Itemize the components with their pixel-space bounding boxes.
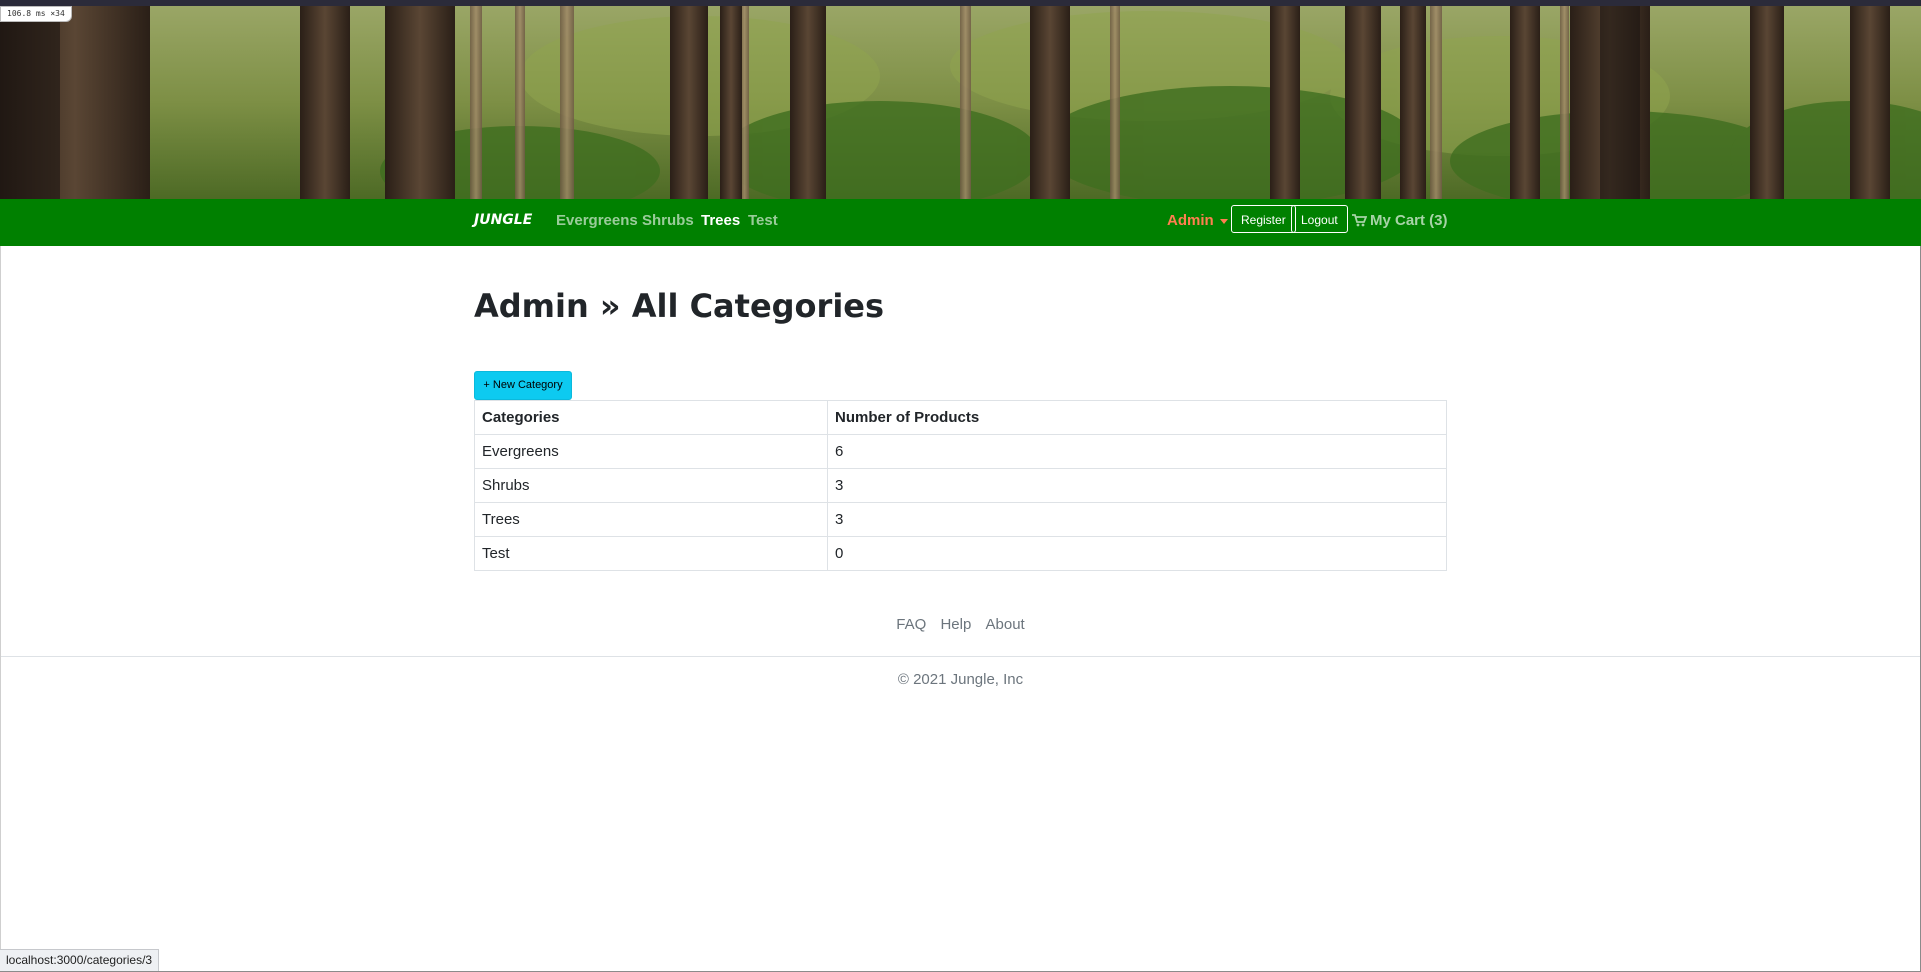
register-button[interactable]: Register — [1231, 205, 1296, 233]
shopping-cart-icon — [1352, 214, 1367, 227]
table-row: Test 0 — [474, 536, 1447, 571]
admin-label: Admin — [1167, 212, 1214, 229]
product-count: 6 — [827, 434, 1447, 469]
top-navbar: JUNGLE Evergreens Shrubs Trees Test Admi… — [0, 199, 1921, 246]
caret-down-icon — [1219, 218, 1228, 224]
new-category-button[interactable]: + New Category — [474, 371, 572, 400]
window-left-border — [0, 246, 1, 972]
footer-link-faq[interactable]: FAQ — [896, 616, 926, 633]
nav-link-evergreens[interactable]: Evergreens — [556, 212, 638, 229]
cart-label: My Cart (3) — [1370, 212, 1448, 229]
browser-status-bar: localhost:3000/categories/3 — [0, 949, 160, 971]
perf-indicator: 106.8 ms ×34 — [0, 6, 72, 22]
nav-link-shrubs[interactable]: Shrubs — [642, 212, 694, 229]
column-header-number-of-products: Number of Products — [827, 400, 1447, 435]
category-name: Trees — [474, 502, 828, 537]
admin-dropdown[interactable]: Admin — [1167, 212, 1228, 229]
my-cart-link[interactable]: My Cart (3) — [1352, 212, 1448, 229]
product-count: 3 — [827, 468, 1447, 503]
table-row: Evergreens 6 — [474, 434, 1447, 469]
navbar-container: JUNGLE Evergreens Shrubs Trees Test Admi… — [474, 199, 1448, 246]
nav-link-test[interactable]: Test — [748, 212, 778, 229]
copyright-text: © 2021 Jungle, Inc — [897, 671, 1024, 688]
footer-divider — [0, 656, 1921, 657]
footer-links: FAQ Help About — [0, 616, 1921, 633]
footer-link-help[interactable]: Help — [940, 616, 971, 633]
page-title: Admin » All Categories — [474, 287, 885, 325]
table-row: Shrubs 3 — [474, 468, 1447, 503]
footer-link-about[interactable]: About — [986, 616, 1025, 633]
category-name: Evergreens — [474, 434, 828, 469]
category-name: Shrubs — [474, 468, 828, 503]
table-header-row: Categories Number of Products — [474, 400, 1447, 435]
forest-header-image — [0, 6, 1921, 199]
forest-illustration — [0, 6, 1921, 199]
category-name: Test — [474, 536, 828, 571]
table-row: Trees 3 — [474, 502, 1447, 537]
product-count: 0 — [827, 536, 1447, 571]
brand-logo[interactable]: JUNGLE — [474, 212, 532, 228]
categories-table: Categories Number of Products Evergreens… — [474, 400, 1447, 571]
nav-link-trees[interactable]: Trees — [701, 212, 740, 229]
product-count: 3 — [827, 502, 1447, 537]
column-header-categories: Categories — [474, 400, 828, 435]
logout-button[interactable]: Logout — [1291, 205, 1348, 233]
